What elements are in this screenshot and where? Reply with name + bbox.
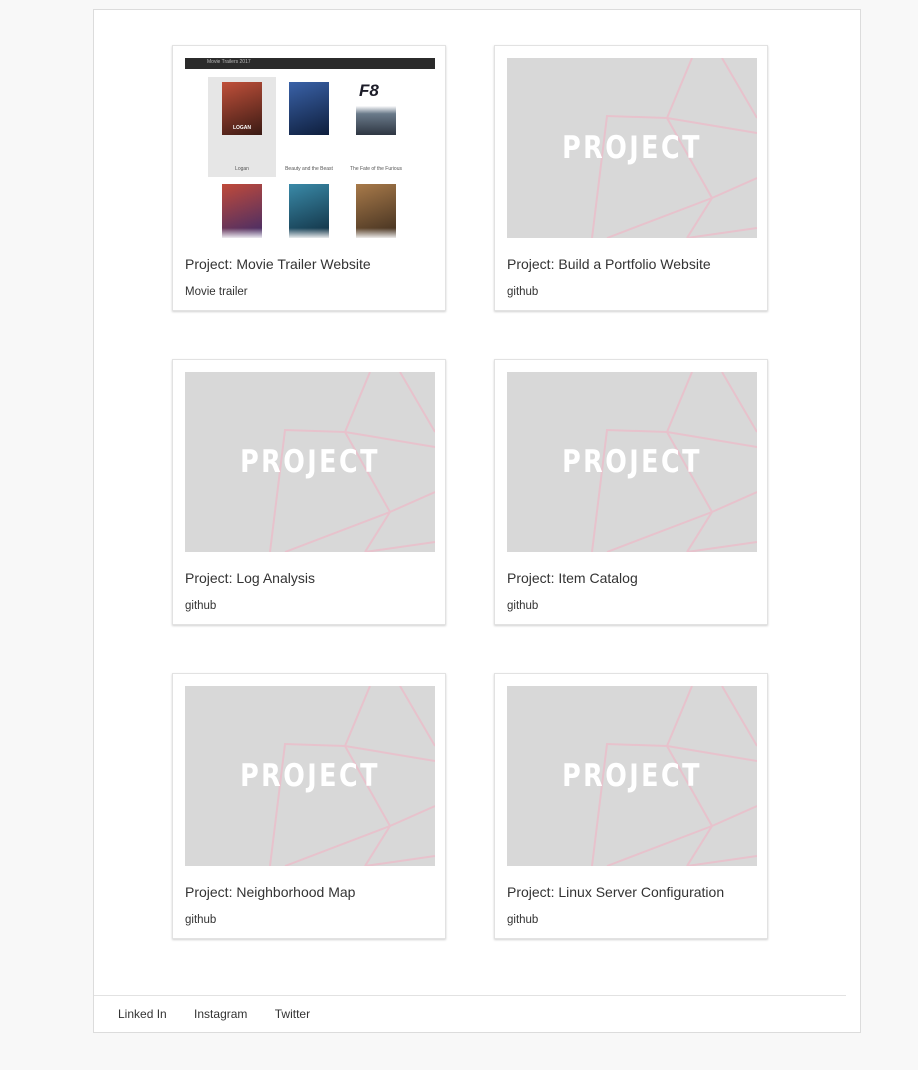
- poster-caption: Beauty and the Beast: [285, 166, 333, 172]
- movie-trailer-screenshot[interactable]: Movie Trailers 2017 LOGAN Logan Beauty a…: [185, 58, 435, 238]
- project-placeholder-image[interactable]: PROJECT: [507, 372, 757, 552]
- poster-caption: The Fate of the Furious: [350, 166, 402, 172]
- footer-link-linkedin[interactable]: Linked In: [118, 1007, 167, 1021]
- project-title: Project: Build a Portfolio Website: [507, 256, 711, 272]
- project-placeholder-image[interactable]: PROJECT: [507, 58, 757, 238]
- page-container: Movie Trailers 2017 LOGAN Logan Beauty a…: [93, 9, 861, 1033]
- project-title: Project: Movie Trailer Website: [185, 256, 371, 272]
- movie-poster: [289, 82, 329, 135]
- project-card: PROJECT Project: Build a Portfolio Websi…: [494, 45, 768, 311]
- placeholder-text: PROJECT: [240, 444, 380, 480]
- footer-link-twitter[interactable]: Twitter: [275, 1007, 310, 1021]
- placeholder-text: PROJECT: [240, 758, 380, 794]
- project-title: Project: Linux Server Configuration: [507, 884, 725, 900]
- project-card: PROJECT Project: Linux Server Configurat…: [494, 673, 768, 939]
- footer-divider: [94, 995, 846, 996]
- placeholder-text: PROJECT: [562, 444, 702, 480]
- project-link[interactable]: github: [185, 914, 216, 926]
- preview-header-bar: Movie Trailers 2017: [185, 58, 435, 69]
- project-placeholder-image[interactable]: PROJECT: [185, 686, 435, 866]
- project-link[interactable]: github: [507, 286, 538, 298]
- project-link[interactable]: github: [507, 600, 538, 612]
- preview-fade: [185, 228, 435, 238]
- project-card: Movie Trailers 2017 LOGAN Logan Beauty a…: [172, 45, 446, 311]
- footer-nav: Linked In Instagram Twitter: [118, 1007, 334, 1021]
- placeholder-text: PROJECT: [562, 758, 702, 794]
- project-title: Project: Neighborhood Map: [185, 884, 356, 900]
- project-placeholder-image[interactable]: PROJECT: [507, 686, 757, 866]
- footer-link-instagram[interactable]: Instagram: [194, 1007, 247, 1021]
- poster-title-text: F8: [359, 81, 379, 100]
- project-link[interactable]: github: [507, 914, 538, 926]
- movie-poster: LOGAN: [222, 82, 262, 135]
- preview-header-text: Movie Trailers 2017: [207, 59, 251, 65]
- project-title: Project: Item Catalog: [507, 570, 638, 586]
- project-placeholder-image[interactable]: PROJECT: [185, 372, 435, 552]
- poster-title-text: LOGAN: [232, 125, 252, 131]
- placeholder-text: PROJECT: [562, 130, 702, 166]
- project-card: PROJECT Project: Item Catalog github: [494, 359, 768, 625]
- movie-poster: F8: [356, 81, 396, 135]
- project-link[interactable]: Movie trailer: [185, 286, 248, 298]
- project-card: PROJECT Project: Neighborhood Map github: [172, 673, 446, 939]
- project-title: Project: Log Analysis: [185, 570, 315, 586]
- project-link[interactable]: github: [185, 600, 216, 612]
- poster-caption: Logan: [235, 166, 249, 172]
- project-card: PROJECT Project: Log Analysis github: [172, 359, 446, 625]
